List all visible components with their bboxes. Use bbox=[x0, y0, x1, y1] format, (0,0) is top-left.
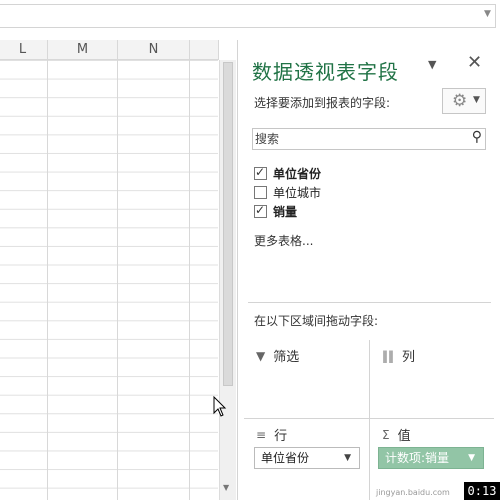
sigma-icon: Σ bbox=[382, 427, 390, 442]
columns-icon: ‖‖ bbox=[382, 348, 394, 363]
column-header-partial[interactable] bbox=[190, 40, 219, 60]
chevron-down-icon[interactable]: ▼ bbox=[468, 448, 475, 468]
field-item-city[interactable]: 单位城市 bbox=[254, 183, 321, 201]
columns-area[interactable]: ‖‖ 列 bbox=[370, 340, 494, 418]
value-field-label: 计数项:销量 bbox=[385, 451, 450, 465]
pivot-table-fields-panel: 数据透视表字段 ▼ ✕ 选择要添加到报表的字段: ⚙ ▼ ⚲ 单位省份 单位城市… bbox=[237, 40, 500, 500]
filters-area-label: 筛选 bbox=[273, 350, 300, 365]
chevron-down-icon[interactable]: ▼ bbox=[428, 58, 436, 71]
section-divider bbox=[248, 302, 491, 303]
watermark: jingyan.baidu.com bbox=[376, 488, 450, 497]
filter-icon: ▼ bbox=[256, 348, 266, 363]
expand-formula-bar-icon[interactable]: ▼ bbox=[484, 9, 494, 21]
close-icon[interactable]: ✕ bbox=[467, 52, 482, 73]
column-divider bbox=[189, 60, 190, 500]
search-icon[interactable]: ⚲ bbox=[472, 129, 482, 145]
formula-input[interactable] bbox=[0, 4, 496, 28]
column-header-m[interactable]: M bbox=[48, 40, 118, 60]
rows-area-label: 行 bbox=[274, 429, 288, 444]
chevron-down-icon: ▼ bbox=[473, 95, 480, 105]
settings-button[interactable]: ⚙ ▼ bbox=[442, 88, 486, 114]
vertical-scrollbar[interactable]: ▼ bbox=[219, 60, 236, 500]
video-timer: 0:13 bbox=[464, 482, 500, 500]
rows-area[interactable]: ≡ 行 单位省份 ▼ bbox=[244, 418, 370, 500]
field-checkbox[interactable] bbox=[254, 203, 267, 218]
column-header-n[interactable]: N bbox=[118, 40, 190, 60]
row-field-pill[interactable]: 单位省份 ▼ bbox=[254, 447, 360, 469]
values-area-label: 值 bbox=[397, 429, 411, 444]
worksheet-grid[interactable]: L M N ▼ bbox=[0, 40, 236, 500]
search-input[interactable] bbox=[255, 130, 460, 148]
value-field-pill[interactable]: 计数项:销量 ▼ bbox=[378, 447, 484, 469]
scroll-down-icon[interactable]: ▼ bbox=[223, 483, 229, 492]
panel-subtitle: 选择要添加到报表的字段: bbox=[254, 96, 391, 110]
row-field-label: 单位省份 bbox=[261, 451, 310, 465]
filters-area[interactable]: ▼ 筛选 bbox=[244, 340, 370, 418]
field-checkbox[interactable] bbox=[254, 165, 267, 180]
field-label: 销量 bbox=[273, 204, 298, 219]
field-label: 单位城市 bbox=[273, 185, 322, 200]
field-item-province[interactable]: 单位省份 bbox=[254, 164, 321, 182]
more-tables-link[interactable]: 更多表格... bbox=[254, 232, 313, 249]
column-divider bbox=[47, 60, 48, 500]
search-field[interactable]: ⚲ bbox=[252, 128, 486, 150]
column-divider bbox=[117, 60, 118, 500]
formula-bar: ▼ bbox=[0, 0, 500, 34]
area-hint: 在以下区域间拖动字段: bbox=[254, 314, 379, 328]
field-checkbox[interactable] bbox=[254, 185, 267, 199]
rows-icon: ≡ bbox=[256, 427, 267, 442]
columns-area-label: 列 bbox=[402, 350, 416, 365]
column-header-l[interactable]: L bbox=[0, 40, 48, 60]
panel-title: 数据透视表字段 bbox=[252, 60, 399, 84]
cell-grid[interactable] bbox=[0, 60, 218, 500]
scrollbar-thumb[interactable] bbox=[223, 62, 233, 386]
gear-icon: ⚙ bbox=[452, 91, 468, 111]
mouse-cursor-icon bbox=[213, 396, 227, 417]
field-label: 单位省份 bbox=[273, 166, 322, 181]
chevron-down-icon[interactable]: ▼ bbox=[344, 448, 351, 468]
field-item-sales[interactable]: 销量 bbox=[254, 202, 297, 220]
